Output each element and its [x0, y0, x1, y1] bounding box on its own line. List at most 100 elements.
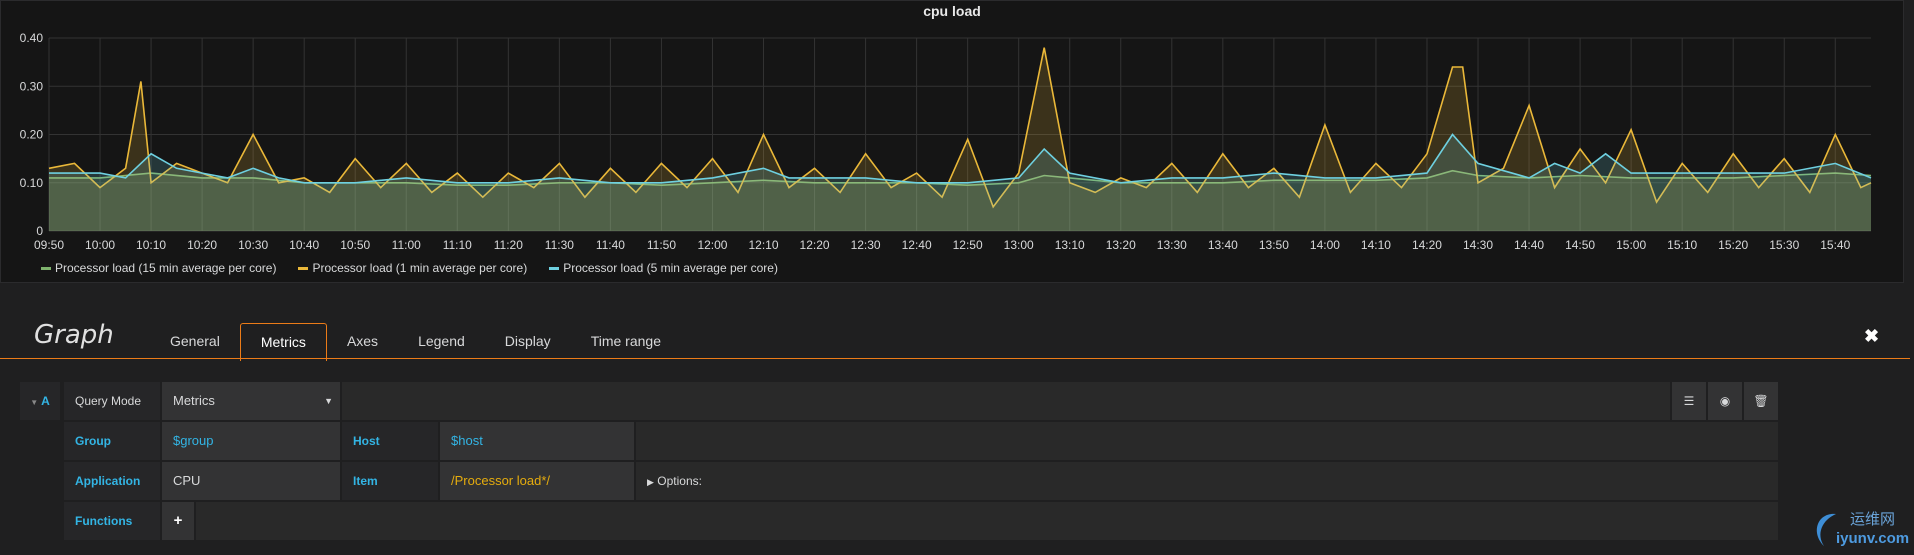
- options-label: Options:: [657, 474, 702, 488]
- cpu-load-chart: 0 0.10 0.20 0.30 0.40 09:50 10:00 10:10 10:20 10:…: [20, 31, 1872, 252]
- x-tick-label: 13:30: [1157, 238, 1187, 252]
- tab-display[interactable]: Display: [485, 322, 571, 360]
- x-tick-label: 14:10: [1361, 238, 1391, 252]
- query-mode-label: Query Mode: [64, 382, 160, 420]
- application-label: Application: [64, 462, 160, 500]
- x-tick-label: 10:10: [136, 238, 166, 252]
- x-tick-label: 15:30: [1769, 238, 1799, 252]
- legend-item-1[interactable]: Processor load (1 min average per core): [298, 261, 527, 275]
- tabs-divider: [0, 358, 1910, 359]
- graph-panel: cpu load 0 0.10 0.20 0.30 0.40 09:50 10:00 10:1…: [0, 0, 1904, 283]
- query-ref-letter: A: [41, 394, 50, 408]
- host-label: Host: [342, 422, 438, 460]
- trash-icon: 🗑: [1753, 394, 1769, 408]
- x-tick-label: 11:20: [494, 238, 523, 252]
- x-tick-label: 10:50: [340, 238, 370, 252]
- tab-general[interactable]: General: [150, 322, 240, 360]
- legend-item-2[interactable]: Processor load (5 min average per core): [549, 261, 778, 275]
- x-tick-label: 12:20: [800, 238, 830, 252]
- add-function-button[interactable]: +: [162, 502, 194, 540]
- y-tick-label: 0.10: [20, 176, 44, 190]
- watermark-line1: 运维网: [1850, 511, 1896, 528]
- functions-row: Functions +: [64, 502, 1778, 540]
- x-tick-label: 12:10: [748, 238, 778, 252]
- x-tick-label: 12:40: [902, 238, 932, 252]
- group-input[interactable]: $group: [162, 422, 340, 460]
- editor-tabs: General Metrics Axes Legend Display Time…: [150, 322, 681, 361]
- options-toggle[interactable]: ▶ Options:: [636, 462, 1778, 500]
- x-tick-label: 10:20: [187, 238, 217, 252]
- tab-time-range[interactable]: Time range: [571, 322, 681, 360]
- x-tick-label: 13:00: [1004, 238, 1034, 252]
- collapse-caret-icon: ▼: [30, 398, 39, 407]
- query-mode-row: Query Mode Metrics ▼ ☰ ◉ 🗑: [64, 382, 1778, 420]
- x-tick-label: 13:40: [1208, 238, 1238, 252]
- close-icon[interactable]: ✖: [1864, 326, 1879, 347]
- y-tick-label: 0.40: [20, 31, 44, 45]
- application-item-row: Application CPU Item /Processor load*/ ▶…: [64, 462, 1778, 500]
- group-label: Group: [64, 422, 160, 460]
- group-host-row: Group $group Host $host: [64, 422, 1778, 460]
- x-tick-label: 14:00: [1310, 238, 1340, 252]
- x-tick-label: 11:40: [596, 238, 625, 252]
- editor-title: Graph: [34, 320, 114, 350]
- x-tick-label: 13:10: [1055, 238, 1085, 252]
- x-tick-label: 15:20: [1718, 238, 1748, 252]
- legend-swatch: [41, 266, 51, 270]
- x-tick-label: 10:40: [289, 238, 319, 252]
- item-label: Item: [342, 462, 438, 500]
- delete-query-button[interactable]: 🗑: [1744, 382, 1778, 420]
- legend-swatch: [298, 266, 309, 270]
- x-tick-label: 12:00: [697, 238, 727, 252]
- functions-filler: [196, 502, 1778, 540]
- x-tick-label: 13:20: [1106, 238, 1136, 252]
- item-input[interactable]: /Processor load*/: [440, 462, 634, 500]
- eye-icon: ◉: [1719, 394, 1731, 408]
- hamburger-icon: ☰: [1683, 394, 1695, 408]
- group-host-filler: [636, 422, 1778, 460]
- watermark-line2: iyunv.com: [1836, 530, 1910, 547]
- watermark-logo: 运维网 iyunv.com: [1806, 506, 1914, 552]
- x-tick-label: 11:50: [647, 238, 676, 252]
- query-ref-toggle[interactable]: ▼ A: [20, 382, 60, 420]
- caret-right-icon: ▶: [647, 477, 654, 487]
- tab-legend[interactable]: Legend: [398, 322, 485, 360]
- x-tick-label: 15:40: [1820, 238, 1850, 252]
- x-tick-label: 14:40: [1514, 238, 1544, 252]
- query-mode-select[interactable]: Metrics ▼: [162, 382, 340, 420]
- y-tick-label: 0.30: [20, 79, 44, 93]
- select-caret-icon: ▼: [324, 396, 333, 406]
- legend-item-0[interactable]: Processor load (15 min average per core): [41, 261, 276, 275]
- functions-label: Functions: [64, 502, 160, 540]
- x-tick-label: 12:50: [953, 238, 983, 252]
- toggle-visibility-button[interactable]: ◉: [1708, 382, 1742, 420]
- query-mode-value: Metrics: [173, 393, 215, 408]
- x-tick-label: 13:50: [1259, 238, 1289, 252]
- legend-label: Processor load (1 min average per core): [312, 261, 528, 275]
- host-input[interactable]: $host: [440, 422, 634, 460]
- legend-label: Processor load (15 min average per core): [55, 261, 277, 275]
- x-tick-label: 14:50: [1565, 238, 1595, 252]
- chart-legend: Processor load (15 min average per core)…: [41, 261, 778, 275]
- legend-label: Processor load (5 min average per core): [563, 261, 778, 275]
- x-tick-label: 14:30: [1463, 238, 1493, 252]
- application-input[interactable]: CPU: [162, 462, 340, 500]
- y-tick-label: 0.20: [20, 128, 44, 142]
- x-tick-label: 10:00: [85, 238, 115, 252]
- editor-header: Graph General Metrics Axes Legend Displa…: [0, 318, 1910, 361]
- x-tick-label: 12:30: [851, 238, 881, 252]
- x-tick-label: 11:10: [443, 238, 472, 252]
- query-menu-button[interactable]: ☰: [1672, 382, 1706, 420]
- query-mode-filler: [342, 382, 1670, 420]
- x-tick-label: 15:10: [1667, 238, 1697, 252]
- x-tick-label: 14:20: [1412, 238, 1442, 252]
- legend-swatch: [549, 266, 560, 270]
- y-tick-label: 0: [36, 224, 43, 238]
- tab-metrics[interactable]: Metrics: [239, 323, 327, 361]
- x-tick-label: 09:50: [34, 238, 64, 252]
- x-tick-label: 11:00: [392, 238, 421, 252]
- x-tick-label: 10:30: [238, 238, 268, 252]
- x-tick-label: 11:30: [545, 238, 574, 252]
- x-tick-label: 15:00: [1616, 238, 1646, 252]
- tab-axes[interactable]: Axes: [327, 322, 398, 360]
